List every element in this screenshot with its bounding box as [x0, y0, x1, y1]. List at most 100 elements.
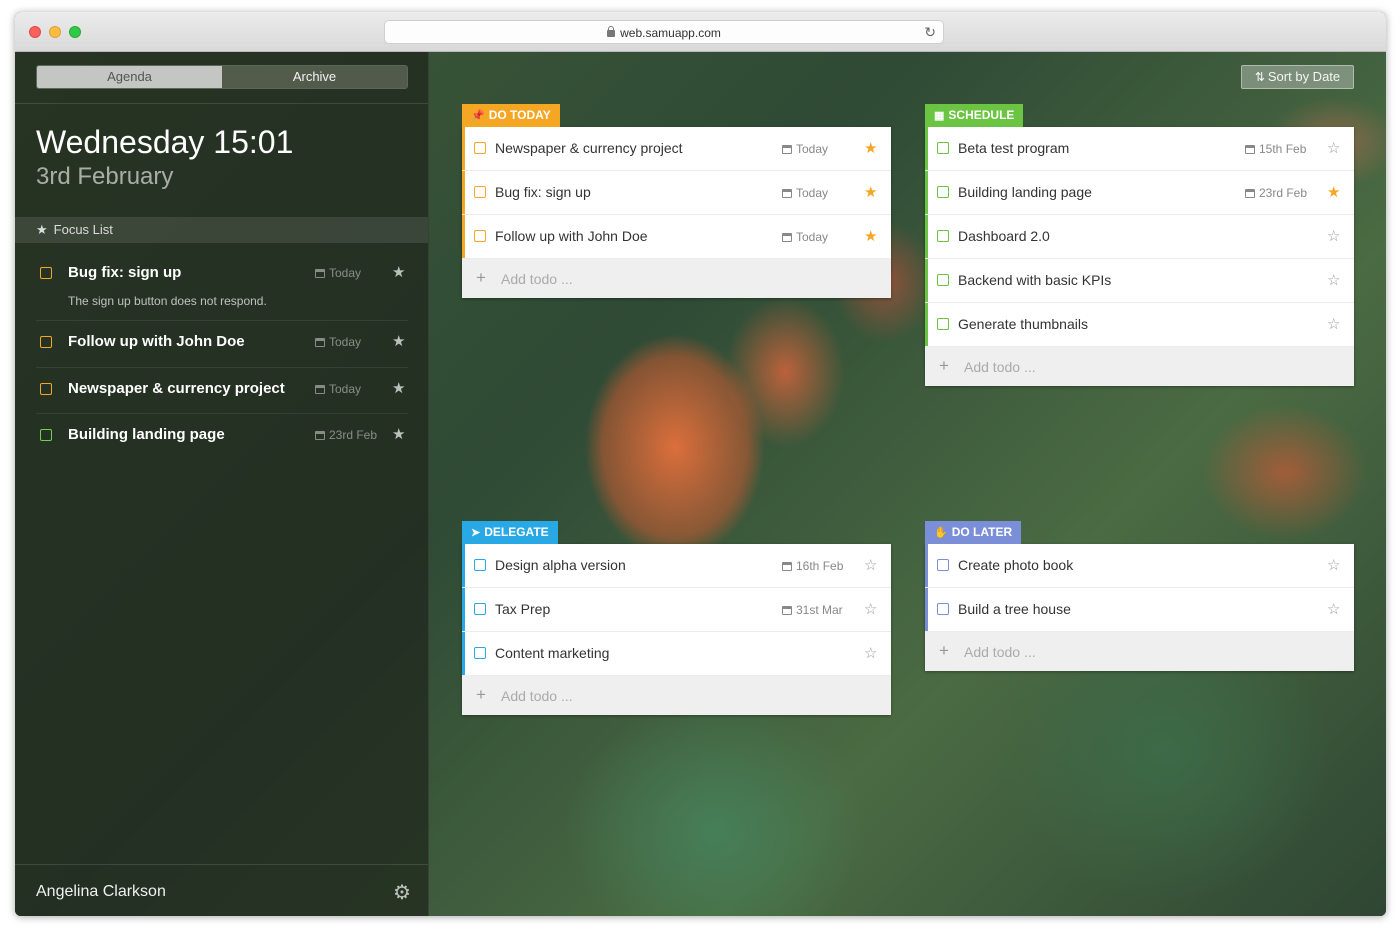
todo-title: Backend with basic KPIs	[958, 272, 1112, 288]
star-icon[interactable]: ★	[864, 139, 877, 157]
divider	[15, 103, 428, 104]
plus-icon: +	[476, 268, 486, 287]
title-bar: web.samuapp.com ↻	[15, 12, 1386, 52]
checkbox[interactable]	[937, 559, 949, 571]
star-outline-icon[interactable]: ☆	[1327, 315, 1340, 333]
star-icon[interactable]: ★	[392, 263, 405, 281]
calendar-icon	[1245, 145, 1255, 154]
checkbox[interactable]	[474, 603, 486, 615]
calendar-icon: ▦	[934, 110, 945, 122]
todo-row[interactable]: Newspaper & currency project Today ★	[462, 127, 891, 171]
minimize-window-button[interactable]	[49, 26, 61, 38]
zoom-window-button[interactable]	[69, 26, 81, 38]
address-bar[interactable]: web.samuapp.com ↻	[384, 20, 944, 44]
panel-tab: ➤ DELEGATE	[462, 521, 558, 544]
todo-date: Today	[782, 230, 828, 244]
todo-row[interactable]: Dashboard 2.0 ☆	[925, 215, 1354, 259]
todo-row[interactable]: Build a tree house ☆	[925, 588, 1354, 632]
add-todo-row[interactable]: + Add todo ...	[462, 676, 891, 715]
star-outline-icon[interactable]: ☆	[1327, 139, 1340, 157]
checkbox[interactable]	[937, 318, 949, 330]
todo-title: Bug fix: sign up	[495, 184, 591, 200]
focus-item-title: Bug fix: sign up	[68, 264, 182, 281]
sidebar: Agenda Archive Wednesday 15:01 3rd Febru…	[15, 52, 429, 916]
todo-date-text: Today	[796, 142, 829, 156]
todo-date: 31st Mar	[782, 603, 843, 617]
todo-title: Beta test program	[958, 140, 1070, 156]
star-outline-icon[interactable]: ☆	[1327, 556, 1340, 574]
calendar-icon	[782, 562, 792, 571]
checkbox[interactable]	[474, 230, 486, 242]
add-todo-row[interactable]: + Add todo ...	[462, 259, 891, 298]
star-outline-icon[interactable]: ☆	[864, 644, 877, 662]
checkbox[interactable]	[40, 336, 52, 348]
divider	[36, 413, 408, 414]
todo-date-text: 31st Mar	[796, 603, 843, 617]
calendar-icon	[315, 431, 325, 440]
panel-title: DO TODAY	[488, 108, 551, 122]
panel-do-today: 📌 DO TODAY Newspaper & currency project T…	[462, 104, 891, 298]
todo-row[interactable]: Generate thumbnails ☆	[925, 303, 1354, 347]
checkbox[interactable]	[474, 142, 486, 154]
todo-title: Dashboard 2.0	[958, 228, 1050, 244]
checkbox[interactable]	[474, 559, 486, 571]
checkbox[interactable]	[40, 429, 52, 441]
add-todo-row[interactable]: + Add todo ...	[925, 347, 1354, 386]
todo-date: 23rd Feb	[1245, 186, 1307, 200]
divider	[15, 864, 428, 865]
focus-item-title: Newspaper & currency project	[68, 380, 285, 397]
star-outline-icon[interactable]: ☆	[1327, 227, 1340, 245]
tab-agenda[interactable]: Agenda	[37, 66, 222, 88]
tab-archive[interactable]: Archive	[222, 66, 407, 88]
star-icon[interactable]: ★	[864, 183, 877, 201]
checkbox[interactable]	[40, 383, 52, 395]
close-window-button[interactable]	[29, 26, 41, 38]
checkbox[interactable]	[937, 274, 949, 286]
calendar-icon	[1245, 189, 1255, 198]
panel-do-later: ✋ DO LATER Create photo book ☆ Build a tr…	[925, 521, 1354, 671]
todo-row[interactable]: Content marketing ☆	[462, 632, 891, 676]
hand-icon: ✋	[934, 527, 948, 539]
panel-title: DO LATER	[951, 525, 1013, 539]
star-icon[interactable]: ★	[392, 332, 405, 350]
star-icon[interactable]: ★	[1327, 183, 1340, 201]
focus-item-date-text: Today	[329, 382, 362, 396]
todo-row[interactable]: Bug fix: sign up Today ★	[462, 171, 891, 215]
checkbox[interactable]	[474, 186, 486, 198]
todo-row[interactable]: Building landing page 23rd Feb ★	[925, 171, 1354, 215]
star-outline-icon[interactable]: ☆	[864, 556, 877, 574]
gear-icon[interactable]: ⚙	[393, 880, 411, 905]
todo-row[interactable]: Create photo book ☆	[925, 544, 1354, 588]
todo-row[interactable]: Tax Prep 31st Mar ☆	[462, 588, 891, 632]
add-todo-row[interactable]: + Add todo ...	[925, 632, 1354, 671]
calendar-icon	[782, 145, 792, 154]
star-outline-icon[interactable]: ☆	[1327, 271, 1340, 289]
checkbox[interactable]	[937, 230, 949, 242]
star-icon[interactable]: ★	[392, 379, 405, 397]
checkbox[interactable]	[40, 267, 52, 279]
star-outline-icon[interactable]: ☆	[864, 600, 877, 618]
reload-icon[interactable]: ↻	[924, 24, 936, 41]
todo-row[interactable]: Backend with basic KPIs ☆	[925, 259, 1354, 303]
todo-date-text: 15th Feb	[1259, 142, 1307, 156]
sort-by-date-button[interactable]: ⇅ Sort by Date	[1241, 65, 1354, 89]
star-icon[interactable]: ★	[864, 227, 877, 245]
sort-icon: ⇅	[1254, 70, 1265, 84]
todo-row[interactable]: Design alpha version 16th Feb ☆	[462, 544, 891, 588]
todo-date-text: 23rd Feb	[1259, 186, 1308, 200]
calendar-icon	[315, 269, 325, 278]
todo-row[interactable]: Beta test program 15th Feb ☆	[925, 127, 1354, 171]
todo-title: Generate thumbnails	[958, 316, 1088, 332]
todo-row[interactable]: Follow up with John Doe Today ★	[462, 215, 891, 259]
star-outline-icon[interactable]: ☆	[1327, 600, 1340, 618]
todo-title: Content marketing	[495, 645, 610, 661]
checkbox[interactable]	[937, 186, 949, 198]
checkbox[interactable]	[937, 603, 949, 615]
focus-item-title: Follow up with John Doe	[68, 333, 245, 350]
checkbox[interactable]	[937, 142, 949, 154]
focus-list-title: Focus List	[53, 222, 113, 237]
focus-item-date: 23rd Feb	[315, 428, 377, 442]
focus-item-date: Today	[315, 266, 361, 280]
star-icon[interactable]: ★	[392, 425, 405, 443]
checkbox[interactable]	[474, 647, 486, 659]
